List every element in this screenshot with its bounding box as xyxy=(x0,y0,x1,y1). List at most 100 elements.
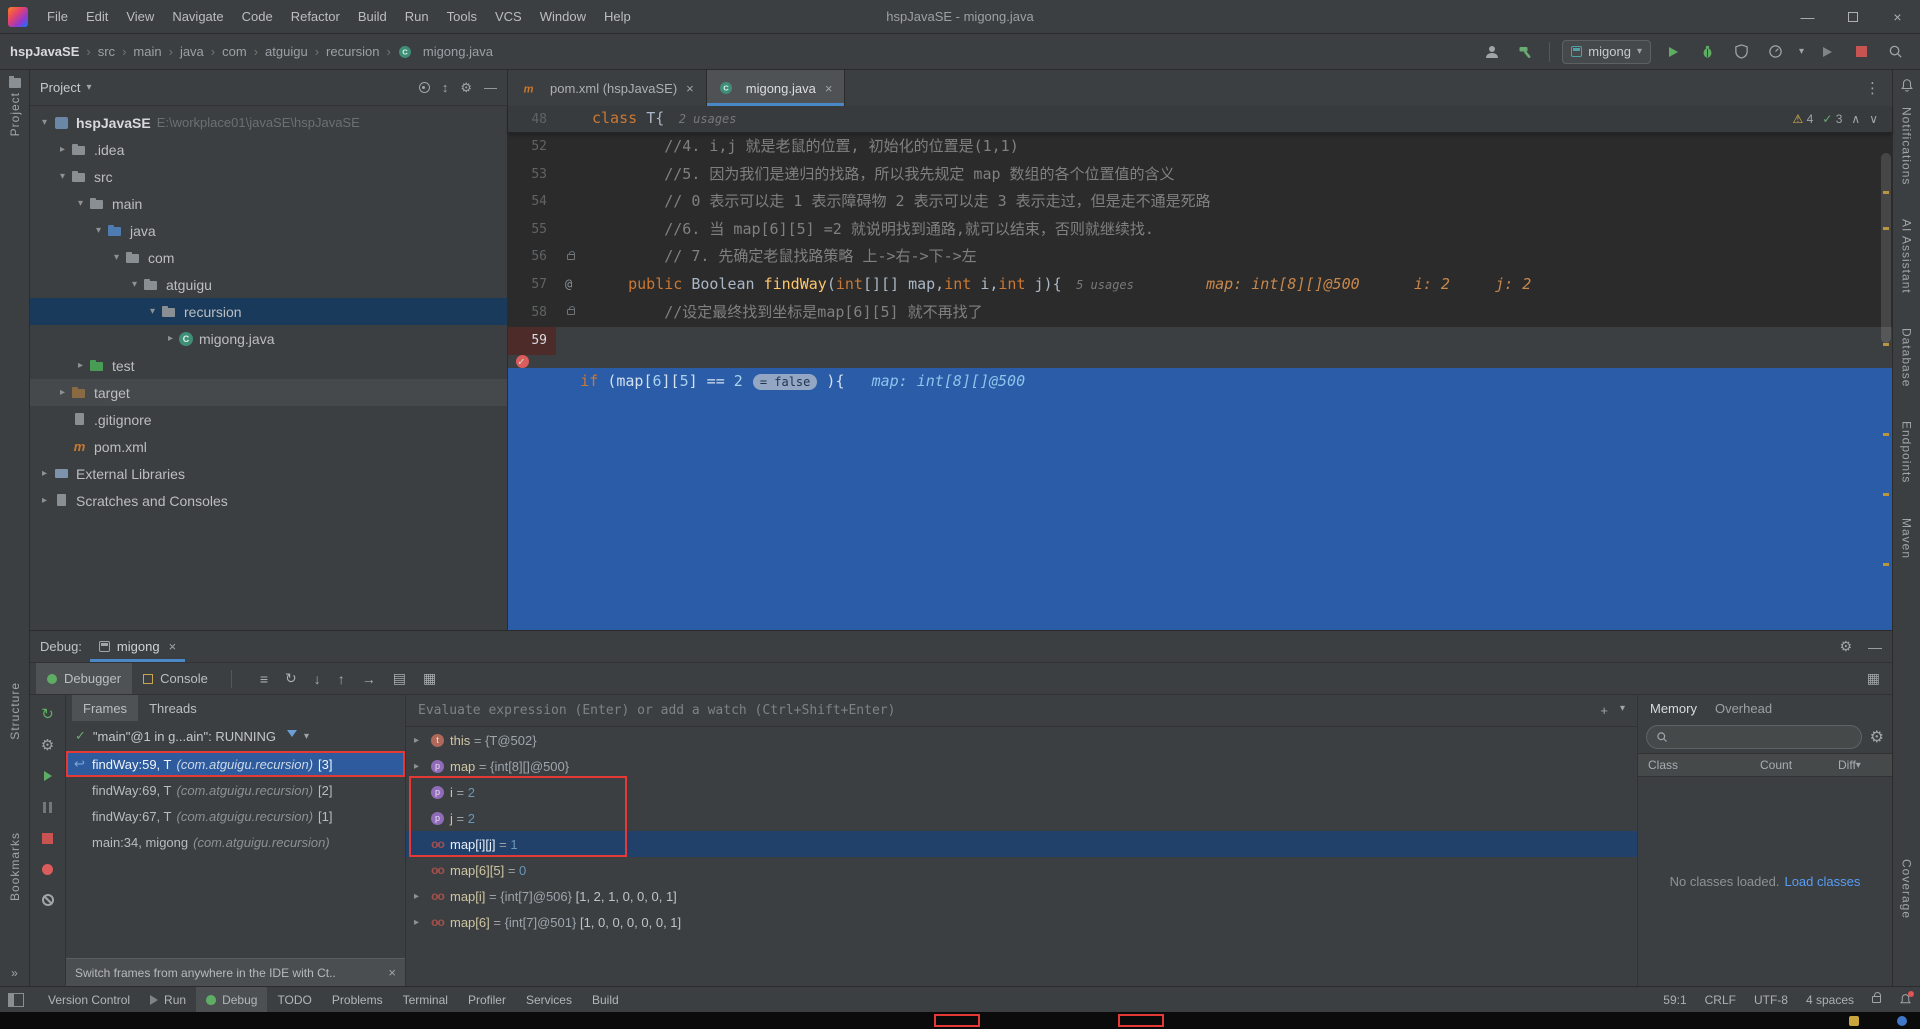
editor-tab-pom-xml-hspjavase[interactable]: mpom.xml (hspJavaSE)× xyxy=(508,70,707,106)
layout-settings-icon[interactable]: ▦ xyxy=(1867,670,1880,687)
tree-chevron-icon[interactable]: ▸ xyxy=(162,333,179,344)
variable-row-map-i-j[interactable]: oomap[i][j] = 1 xyxy=(406,831,1637,857)
tree-chevron-icon[interactable]: ▾ xyxy=(54,171,71,182)
show-execution-point-icon[interactable]: ≡ xyxy=(260,671,268,687)
mute-breakpoints-icon[interactable] xyxy=(38,891,58,909)
chevron-down-icon[interactable]: ▾ xyxy=(1799,46,1804,57)
settings-gear-icon[interactable]: ⚙ xyxy=(460,80,472,96)
pause-icon[interactable] xyxy=(38,798,58,816)
frame-row-main-34-migong[interactable]: main:34, migong(com.atguigu.recursion) xyxy=(66,829,405,855)
close-icon[interactable]: × xyxy=(686,81,694,96)
tree-item-pom-xml[interactable]: mpom.xml xyxy=(30,433,507,460)
close-icon[interactable]: × xyxy=(169,639,177,654)
build-hammer-icon[interactable] xyxy=(1515,41,1537,63)
stop-button[interactable] xyxy=(1850,41,1872,63)
run-to-cursor-icon[interactable]: → xyxy=(362,671,376,687)
chevron-down-icon[interactable]: ▾ xyxy=(86,82,91,93)
locate-file-icon[interactable] xyxy=(419,82,430,93)
statusbar-tool-services[interactable]: Services xyxy=(516,987,582,1012)
tree-chevron-icon[interactable]: ▾ xyxy=(36,117,53,128)
editor-tab-migong-java[interactable]: Cmigong.java× xyxy=(707,70,846,106)
tab-frames[interactable]: Frames xyxy=(72,695,138,721)
variable-row-j[interactable]: pj = 2 xyxy=(406,805,1637,831)
tree-chevron-icon[interactable]: ▸ xyxy=(414,917,429,928)
chevron-down-icon[interactable]: ▾ xyxy=(304,731,309,742)
statusbar-tool-debug[interactable]: Debug xyxy=(196,987,267,1012)
column-header-count[interactable]: Count xyxy=(1750,758,1828,772)
menu-window[interactable]: Window xyxy=(531,0,595,33)
frame-row-findway-67-t[interactable]: findWay:67, T(com.atguigu.recursion)[1] xyxy=(66,803,405,829)
menu-file[interactable]: File xyxy=(38,0,77,33)
profiler-button[interactable] xyxy=(1765,41,1787,63)
tree-item-hspjavase[interactable]: ▾hspJavaSEE:\workplace01\javaSE\hspJavaS… xyxy=(30,109,507,136)
tree-chevron-icon[interactable]: ▸ xyxy=(414,761,429,772)
menu-build[interactable]: Build xyxy=(349,0,396,33)
next-problem-icon[interactable]: ∨ xyxy=(1869,112,1878,126)
variable-row-map-6[interactable]: ▸oomap[6] = {int[7]@501} [1, 0, 0, 0, 0,… xyxy=(406,909,1637,935)
more-tabs-icon[interactable]: ⋮ xyxy=(1853,70,1892,106)
step-out-icon[interactable]: ↑ xyxy=(338,671,345,687)
tree-chevron-icon[interactable]: ▾ xyxy=(90,225,107,236)
tool-window-button-database[interactable]: Database xyxy=(1900,328,1914,387)
minimize-button[interactable]: — xyxy=(1785,0,1830,33)
view-breakpoints-icon[interactable] xyxy=(38,860,58,878)
project-panel-title[interactable]: Project xyxy=(40,80,80,95)
code-line-59[interactable]: 59 if (map[6][5] == 2= false ){ map: int… xyxy=(508,326,1892,630)
coverage-button[interactable] xyxy=(1731,41,1753,63)
breadcrumb-atguigu[interactable]: atguigu xyxy=(265,44,308,59)
variable-row-i[interactable]: pi = 2 xyxy=(406,779,1637,805)
breadcrumb-main[interactable]: main xyxy=(133,44,161,59)
code-with-me-users-icon[interactable] xyxy=(1481,41,1503,63)
tool-window-button-coverage[interactable]: Coverage xyxy=(1900,859,1914,919)
tree-item-com[interactable]: ▾com xyxy=(30,244,507,271)
tree-item-test[interactable]: ▸test xyxy=(30,352,507,379)
breadcrumb-src[interactable]: src xyxy=(98,44,115,59)
hide-panel-icon[interactable]: — xyxy=(484,80,497,95)
statusbar-tool-run[interactable]: Run xyxy=(140,987,196,1012)
search-everywhere-button[interactable] xyxy=(1884,41,1906,63)
indent-indicator[interactable]: 4 spaces xyxy=(1806,993,1854,1007)
variable-row-map-i[interactable]: ▸oomap[i] = {int[7]@506} [1, 2, 1, 0, 0,… xyxy=(406,883,1637,909)
tool-window-button-structure[interactable]: Structure xyxy=(0,682,29,740)
tool-window-button-project[interactable]: Project xyxy=(0,78,29,136)
code-line-56[interactable]: 56 // 7. 先确定老鼠找路策略 上->右->下->左 xyxy=(508,243,1892,271)
tool-window-button-maven[interactable]: Maven xyxy=(1900,518,1914,559)
tree-item-main[interactable]: ▾main xyxy=(30,190,507,217)
maximize-button[interactable] xyxy=(1830,0,1875,33)
more-tool-windows-button[interactable]: » xyxy=(0,966,29,980)
settings-gear-icon[interactable]: ⚙ xyxy=(1839,638,1852,655)
rerun-button-disabled[interactable] xyxy=(1816,41,1838,63)
tree-chevron-icon[interactable]: ▸ xyxy=(54,387,71,398)
step-into-icon[interactable]: ↓ xyxy=(314,671,321,687)
chevron-down-icon[interactable]: ▾ xyxy=(1620,703,1625,718)
tree-item-atguigu[interactable]: ▾atguigu xyxy=(30,271,507,298)
breadcrumb-hspjavase[interactable]: hspJavaSE xyxy=(10,44,79,59)
step-over-icon[interactable]: ↻ xyxy=(285,670,297,687)
tab-threads[interactable]: Threads xyxy=(138,695,208,721)
load-classes-link[interactable]: Load classes xyxy=(1784,874,1860,889)
breadcrumb-java[interactable]: java xyxy=(180,44,204,59)
breadcrumb-com[interactable]: com xyxy=(222,44,247,59)
tab-console[interactable]: Console xyxy=(132,663,219,694)
menu-vcs[interactable]: VCS xyxy=(486,0,531,33)
tree-chevron-icon[interactable]: ▸ xyxy=(414,735,429,746)
frame-row-findway-59-t[interactable]: ↩findWay:59, T(com.atguigu.recursion)[3] xyxy=(66,751,405,777)
run-config-select[interactable]: migong ▾ xyxy=(1562,40,1651,64)
statusbar-tool-problems[interactable]: Problems xyxy=(322,987,393,1012)
code-line-53[interactable]: 53 //5. 因为我们是递归的找路，所以我先规定 map 数组的各个位置值的含… xyxy=(508,161,1892,189)
tree-chevron-icon[interactable]: ▸ xyxy=(36,495,53,506)
tab-memory[interactable]: Memory xyxy=(1650,701,1697,716)
menu-help[interactable]: Help xyxy=(595,0,640,33)
code-line-58[interactable]: 58 //设定最终找到坐标是map[6][5] 就不再找了 xyxy=(508,299,1892,327)
filter-icon[interactable] xyxy=(287,730,297,742)
tree-item-target[interactable]: ▸target xyxy=(30,379,507,406)
tool-window-button-endpoints[interactable]: Endpoints xyxy=(1900,421,1914,483)
breadcrumb-migong-java[interactable]: Cmigong.java xyxy=(398,44,493,59)
statusbar-tool-version-control[interactable]: Version Control xyxy=(38,987,140,1012)
code-editor[interactable]: 52 //4. i,j 就是老鼠的位置, 初始化的位置是(1,1)53 //5.… xyxy=(508,133,1892,630)
menu-view[interactable]: View xyxy=(117,0,163,33)
tab-debugger[interactable]: Debugger xyxy=(36,663,132,694)
statusbar-tool-terminal[interactable]: Terminal xyxy=(393,987,458,1012)
debug-button[interactable] xyxy=(1697,41,1719,63)
menu-refactor[interactable]: Refactor xyxy=(282,0,349,33)
